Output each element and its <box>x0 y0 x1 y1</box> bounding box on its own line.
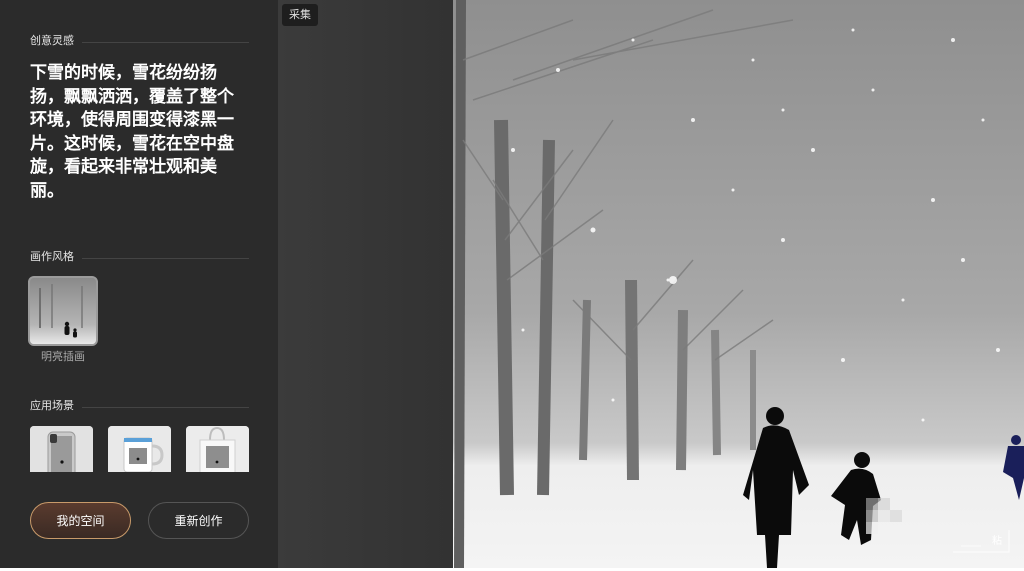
phone-case-mockup-icon <box>30 426 93 472</box>
section-title-style: 画作风格 <box>30 250 74 263</box>
prompt-line: 丽。 <box>30 180 64 201</box>
prompt-line: 旋，看起来非常壮观和美 <box>30 157 217 177</box>
divider <box>82 42 249 43</box>
watermark-frame-icon <box>953 530 1010 553</box>
scene-option-phone-case[interactable] <box>30 426 93 472</box>
my-space-button[interactable]: 我的空间 <box>30 502 131 539</box>
divider <box>82 258 249 259</box>
mug-mockup-icon <box>108 426 171 472</box>
prompt-line: 片。这时候，雪花在空中盘 <box>30 133 234 154</box>
canvas-gutter <box>278 0 453 568</box>
generated-image[interactable] <box>453 0 1024 568</box>
prompt-line: 扬，飘飘洒洒，覆盖了整个 <box>30 86 234 107</box>
snow-scene-thumbnail-icon <box>30 278 96 344</box>
prompt-line: 下雪的时候，雪花纷纷扬 <box>30 63 217 83</box>
sidebar-panel: 创意灵感 下雪的时候，雪花纷纷扬 扬，飘飘洒洒，覆盖了整个 环境，使得周围变得漆… <box>0 0 278 568</box>
tote-bag-mockup-icon <box>186 426 249 472</box>
section-header-scene: 应用场景 <box>30 399 249 415</box>
scene-option-mug[interactable] <box>108 426 171 472</box>
style-option-thumbnail[interactable] <box>28 276 98 346</box>
recreate-button[interactable]: 重新创作 <box>148 502 249 539</box>
watermark-badge <box>951 528 1011 554</box>
style-option-label: 明亮插画 <box>41 350 85 363</box>
prompt-line: 环境，使得周围变得漆黑一 <box>30 110 234 130</box>
snowy-park-scene-icon <box>453 0 1024 568</box>
section-title-inspiration: 创意灵感 <box>30 34 74 47</box>
divider <box>82 407 249 408</box>
section-header-inspiration: 创意灵感 <box>30 34 249 50</box>
section-header-style: 画作风格 <box>30 250 249 266</box>
scene-option-tote-bag[interactable] <box>186 426 249 472</box>
section-title-scene: 应用场景 <box>30 399 74 412</box>
collect-button[interactable]: 采集 <box>282 4 318 26</box>
prompt-text: 下雪的时候，雪花纷纷扬 扬，飘飘洒洒，覆盖了整个 环境，使得周围变得漆黑一 片。… <box>30 62 260 203</box>
watermark-text: 粘 <box>992 536 1002 547</box>
